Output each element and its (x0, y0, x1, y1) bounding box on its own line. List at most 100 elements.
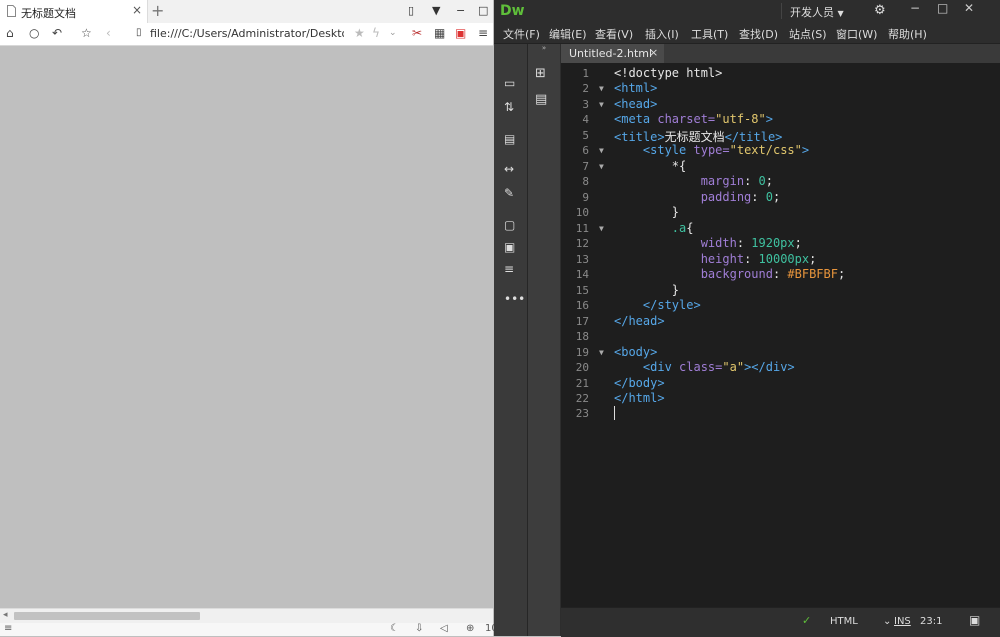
close-button[interactable]: ✕ (964, 1, 974, 15)
bookmark-star-icon[interactable]: ★ (354, 26, 365, 40)
dw-tool-strip: ▭ ⇅ ▤ ↔ ✎ ▢ ▣ ≡ ••• (494, 44, 528, 636)
menu-tools[interactable]: 工具(T) (691, 26, 728, 42)
code-line-6: <style type="text/css"> (642, 143, 810, 157)
scrollbar-thumb[interactable] (14, 612, 200, 620)
code-line-9: padding: 0; (700, 190, 781, 204)
image-icon[interactable]: ▣ (504, 240, 515, 254)
insert-mode[interactable]: INS (894, 616, 911, 627)
line-number: 3 (582, 98, 589, 111)
minimize-button[interactable]: − (910, 1, 920, 15)
code-line-3: <head> (614, 97, 658, 111)
workspace-label: 开发人员 (790, 6, 834, 19)
browser-tab-bar: 无标题文档 × + ▯ ▼ − □ (0, 0, 493, 23)
sort-icon[interactable]: ⇅ (504, 100, 514, 114)
menu-icon[interactable]: ≡ (478, 26, 488, 40)
more-icon[interactable]: ••• (504, 292, 525, 306)
undo-icon[interactable]: ↶ (52, 26, 62, 40)
dw-title-bar: Dw 开发人员 ▼ ⚙ − □ ✕ (494, 0, 1000, 23)
fold-toggle-icon[interactable]: ▼ (599, 348, 604, 357)
code-line-8: margin: 0; (700, 174, 773, 188)
scroll-left-icon[interactable]: ◂ (3, 610, 8, 620)
line-number: 23 (575, 407, 589, 420)
document-tab[interactable]: Untitled-2.html × (561, 44, 664, 63)
lightning-icon[interactable]: ϟ (372, 26, 380, 40)
qr-code-icon[interactable]: ▦ (434, 26, 445, 40)
cursor-position: 23:1 (920, 616, 943, 627)
code-line-13: height: 10000px; (700, 252, 817, 266)
chevron-down-icon[interactable]: ⌄ (389, 28, 397, 38)
menu-help[interactable]: 帮助(H) (888, 26, 927, 42)
horizontal-scrollbar[interactable]: ◂ (0, 608, 493, 623)
menu-view[interactable]: 查看(V) (595, 26, 633, 42)
sidebar-icon[interactable]: ≡ (4, 623, 12, 634)
shield-icon[interactable]: ▼ (432, 4, 440, 17)
line-number: 15 (575, 284, 589, 297)
menu-file[interactable]: 文件(F) (503, 26, 540, 42)
expand-icon[interactable]: ↔ (504, 162, 514, 176)
line-number: 22 (575, 392, 589, 405)
close-tab-icon[interactable]: × (132, 3, 142, 17)
menu-insert[interactable]: 插入(I) (645, 26, 679, 42)
new-file-icon[interactable]: ▭ (504, 76, 515, 90)
line-number: 21 (575, 377, 589, 390)
refresh-icon[interactable]: ○ (29, 26, 39, 40)
menu-icon[interactable]: ▯ (408, 4, 414, 17)
maximize-button[interactable]: □ (478, 4, 488, 17)
favorite-star-icon[interactable]: ☆ (81, 26, 92, 40)
collapse-icon[interactable]: » (528, 44, 560, 52)
line-number: 6 (582, 144, 589, 157)
line-number: 17 (575, 315, 589, 328)
fold-toggle-icon[interactable]: ▼ (599, 162, 604, 171)
code-view-icon[interactable]: ▤ (504, 132, 515, 146)
line-number: 12 (575, 237, 589, 250)
translate-icon[interactable]: ▣ (455, 26, 466, 40)
code-line-16: </style> (642, 298, 701, 312)
browser-window: 无标题文档 × + ▯ ▼ − □ ⌂ ○ ↶ ☆ ‹ ▯ file:///C:… (0, 0, 498, 636)
menu-find[interactable]: 查找(D) (739, 26, 778, 42)
language-label: HTML (830, 616, 858, 627)
chevron-down-icon: ▼ (837, 9, 844, 18)
comment-icon[interactable]: ▢ (504, 218, 515, 232)
address-bar[interactable]: file:///C:/Users/Administrator/Desktop/ (150, 27, 344, 40)
browser-toolbar: ⌂ ○ ↶ ☆ ‹ ▯ file:///C:/Users/Administrat… (0, 23, 493, 46)
gear-icon[interactable]: ⚙ (874, 3, 886, 18)
code-line-11: .a{ (671, 221, 694, 235)
dreamweaver-window: Dw 开发人员 ▼ ⚙ − □ ✕ 文件(F) 编辑(E) 查看(V) 插入(I… (494, 0, 1000, 637)
sound-icon[interactable]: ◁ (440, 623, 448, 634)
chevron-down-icon: ⌄ (883, 616, 892, 627)
brush-icon[interactable]: ✎ (504, 186, 514, 200)
line-number: 11 (575, 222, 589, 235)
code-line-19: <body> (614, 345, 658, 359)
maximize-button[interactable]: □ (937, 1, 948, 15)
language-selector[interactable]: HTML ⌄ (830, 616, 891, 627)
dw-logo: Dw (500, 3, 525, 19)
line-number: 14 (575, 268, 589, 281)
minimize-button[interactable]: − (456, 4, 465, 17)
workspace-switcher[interactable]: 开发人员 ▼ (790, 4, 844, 20)
live-view-icon[interactable]: ▣ (969, 613, 980, 627)
menu-site[interactable]: 站点(S) (789, 26, 827, 42)
dom-tree-icon[interactable]: ⊞ (535, 66, 546, 81)
fold-toggle-icon[interactable]: ▼ (599, 224, 604, 233)
code-line-4: <meta charset="utf-8"> (614, 112, 773, 126)
download-icon[interactable]: ⇩ (415, 623, 423, 634)
back-icon[interactable]: ‹ (106, 26, 111, 40)
dw-menu-bar: 文件(F) 编辑(E) 查看(V) 插入(I) 工具(T) 查找(D) 站点(S… (494, 23, 1000, 44)
new-tab-button[interactable]: + (151, 1, 164, 20)
indent-icon[interactable]: ≡ (504, 262, 514, 276)
fold-toggle-icon[interactable]: ▼ (599, 100, 604, 109)
fold-toggle-icon[interactable]: ▼ (599, 84, 604, 93)
close-tab-icon[interactable]: × (649, 46, 658, 59)
browser-tab[interactable]: 无标题文档 × (0, 0, 148, 23)
night-mode-icon[interactable]: ☾ (390, 623, 399, 634)
fold-toggle-icon[interactable]: ▼ (599, 146, 604, 155)
zoom-icon[interactable]: ⊕ (466, 623, 474, 634)
line-number: 9 (582, 191, 589, 204)
insert-panel-icon[interactable]: ▤ (535, 92, 547, 107)
code-editor[interactable]: 1 2 ▼ 3 ▼ 4 5 6 ▼ 7 ▼ 8 9 10 11 ▼ 12 13 14 15 16 17 18 19 ▼ 20 21 2… (561, 63, 1000, 607)
menu-edit[interactable]: 编辑(E) (549, 26, 587, 42)
browser-status-bar: ≡ ☾ ⇩ ◁ ⊕ 10 (0, 623, 498, 636)
home-icon[interactable]: ⌂ (6, 26, 14, 40)
scissors-icon[interactable]: ✂ (412, 26, 422, 40)
menu-window[interactable]: 窗口(W) (836, 26, 877, 42)
